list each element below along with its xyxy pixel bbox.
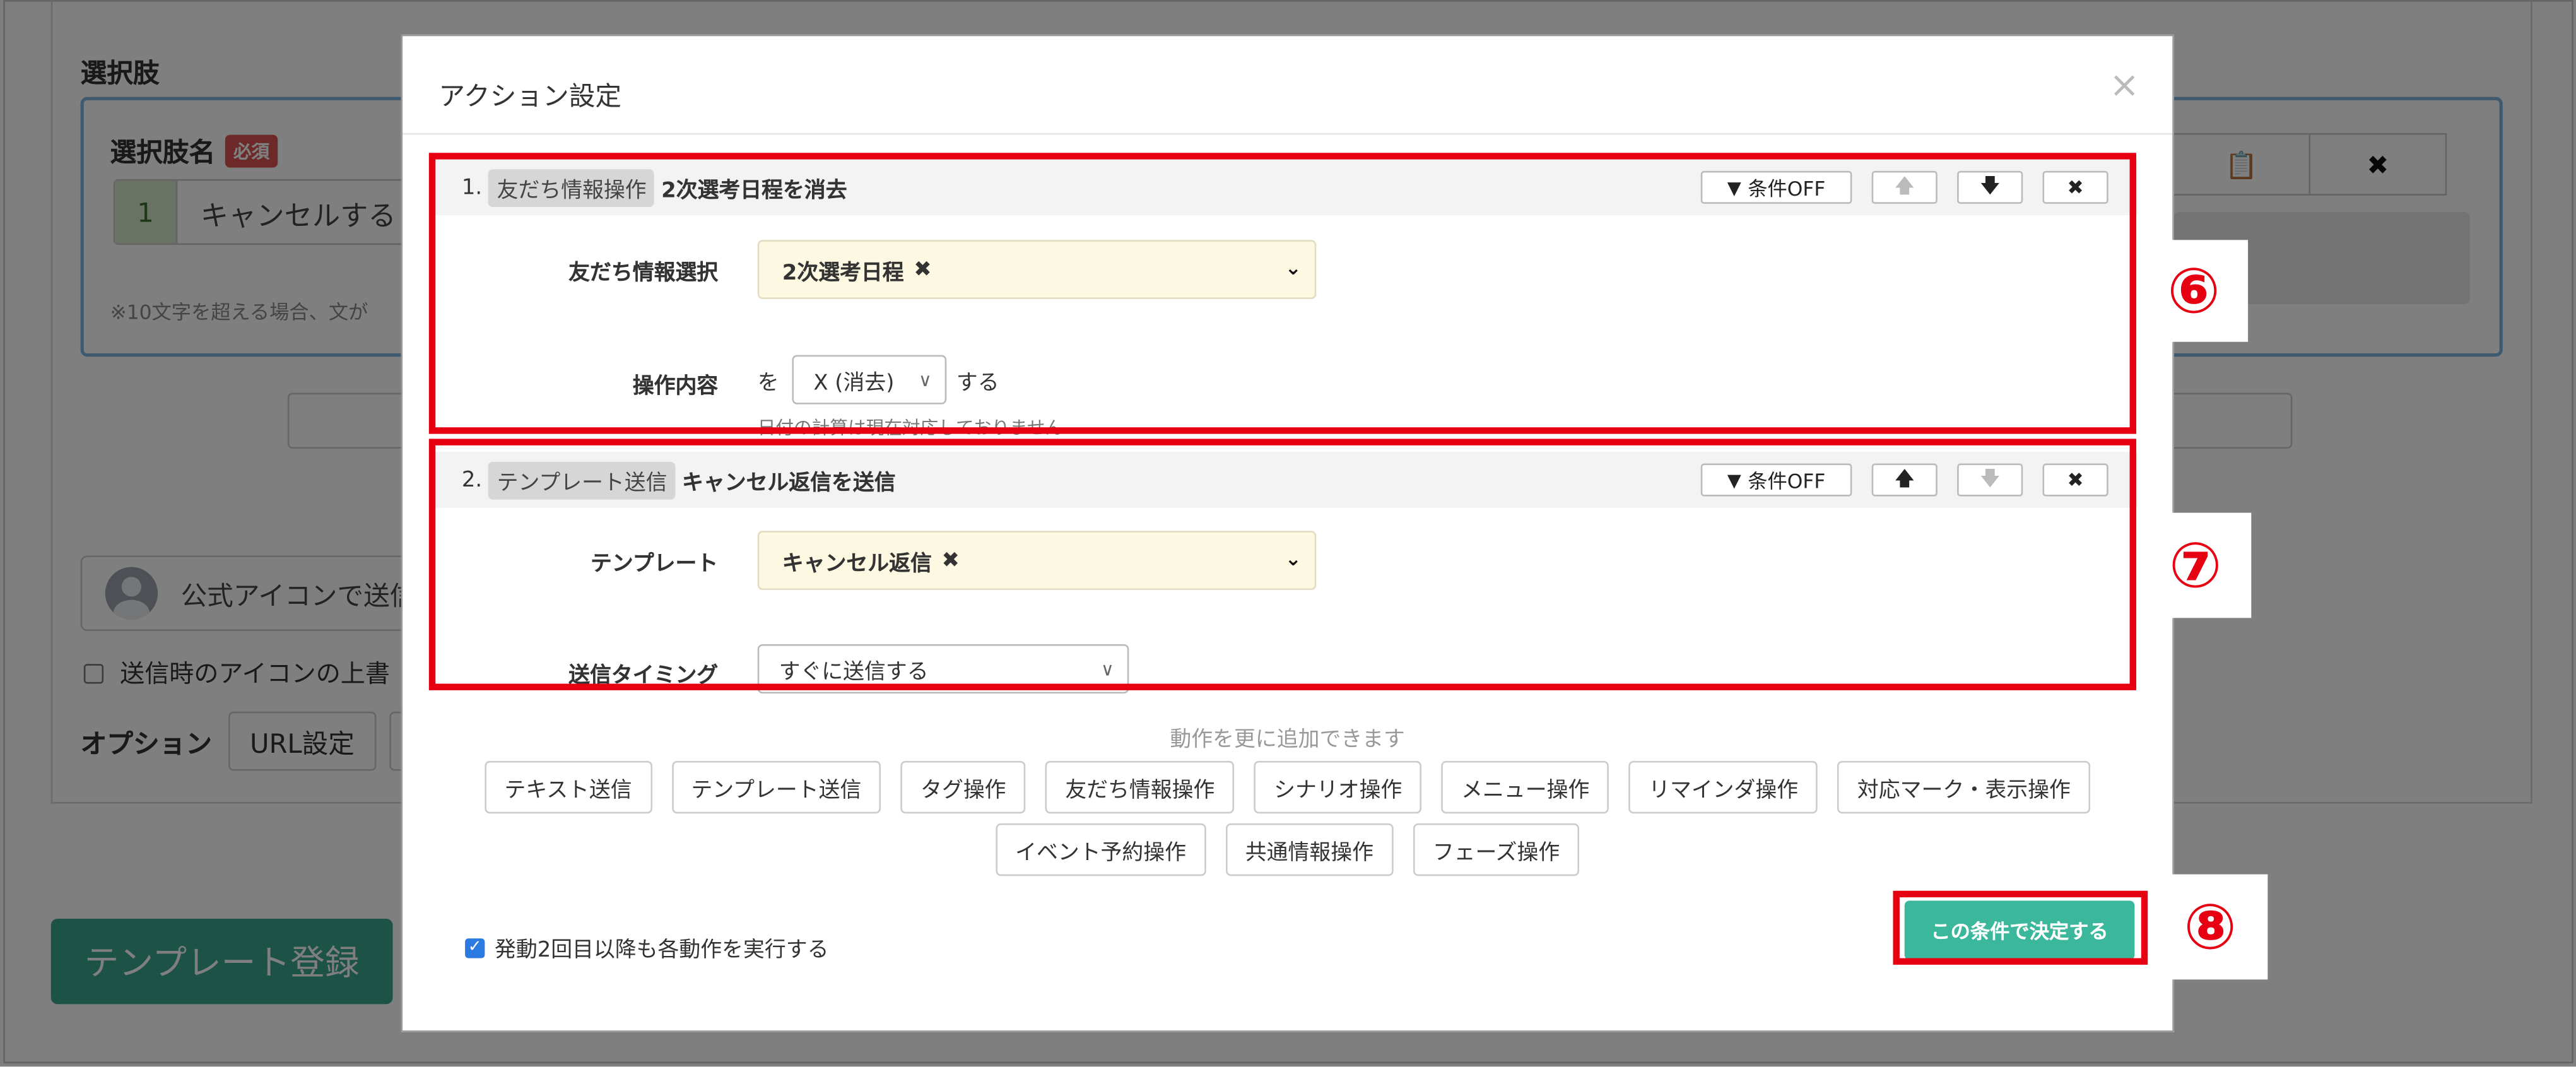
add-shared-info-button[interactable]: 共通情報操作 [1225,823,1394,876]
highlight-box-8 [1893,890,2148,965]
modal-title: アクション設定 [438,80,622,112]
repeat-option[interactable]: ✓ 発動2回目以降も各動作を実行する [465,932,828,963]
add-reminder-button[interactable]: リマインダ操作 [1628,760,1818,814]
add-phase-button[interactable]: フェーズ操作 [1413,823,1580,876]
add-action-buttons-row1: テキスト送信 テンプレート送信 タグ操作 友だち情報操作 シナリオ操作 メニュー… [403,760,2172,814]
highlight-box-6 [428,153,2136,434]
screenshot-stage: 選択肢 選択肢名必須 1 キャンセルする ※10文字を超える場合、文が 📋 ✖ … [0,0,2576,1067]
add-action-buttons-row2: イベント予約操作 共通情報操作 フェーズ操作 [403,823,2172,876]
callout-8: ⑧ [2153,874,2268,980]
close-icon[interactable]: × [2109,66,2139,107]
add-text-send-button[interactable]: テキスト送信 [485,760,652,814]
add-event-booking-button[interactable]: イベント予約操作 [995,823,1206,876]
add-friend-info-button[interactable]: 友だち情報操作 [1045,760,1235,814]
callout-7: ⑦ [2139,512,2252,618]
highlight-box-7 [428,439,2136,690]
add-mark-display-button[interactable]: 対応マーク・表示操作 [1837,760,2091,814]
add-action-prompt: 動作を更に追加できます [1170,728,1405,753]
callout-6: ⑥ [2139,240,2249,342]
repeat-label: 発動2回目以降も各動作を実行する [494,938,829,964]
add-template-send-button[interactable]: テンプレート送信 [671,760,881,814]
add-tag-operation-button[interactable]: タグ操作 [900,760,1026,814]
add-menu-button[interactable]: メニュー操作 [1441,760,1609,814]
modal-divider [403,133,2173,135]
repeat-checkbox[interactable]: ✓ [465,937,485,958]
add-scenario-button[interactable]: シナリオ操作 [1254,760,1422,814]
